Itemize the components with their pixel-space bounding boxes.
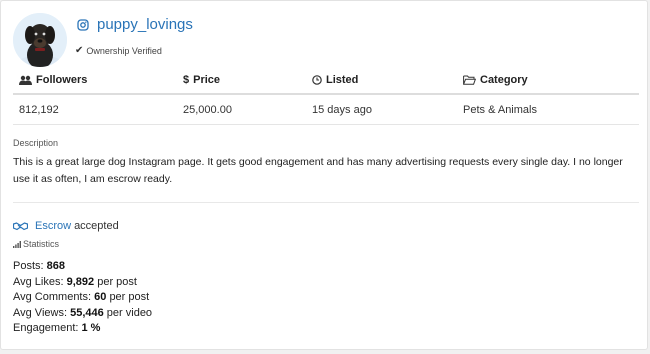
handle-row: puppy_lovings [77, 16, 193, 33]
stat-avg-views-suffix: per video [106, 306, 153, 319]
verified-label: Ownership Verified [86, 45, 162, 56]
stat-avg-views-label: Avg Views: [13, 306, 68, 319]
category-link[interactable]: Pets & Animals [463, 95, 537, 124]
price-value: 25,000.00 [183, 103, 232, 116]
stat-avg-comments: Avg Comments: 60 per post [13, 290, 152, 306]
folder-open-icon [463, 75, 476, 85]
header-listed-label: Listed [326, 74, 359, 86]
listing-table: Followers $ Price Listed Category 812,19… [13, 67, 639, 125]
stat-posts: Posts: 868 [13, 259, 152, 275]
header-price-label: Price [193, 74, 221, 86]
header-listed: Listed [312, 67, 358, 93]
stat-avg-comments-value: 60 [94, 291, 107, 303]
statistics-label: Statistics [13, 239, 59, 249]
description-text: This is a great large dog Instagram page… [13, 156, 623, 185]
header-followers-label: Followers [36, 74, 88, 86]
followers-value: 812,192 [19, 103, 59, 116]
table-row: 812,192 25,000.00 15 days ago Pets & Ani… [13, 95, 639, 125]
stat-avg-views: Avg Views: 55,446 per video [13, 306, 152, 322]
header-price: $ Price [183, 67, 220, 93]
avatar[interactable] [13, 13, 67, 67]
stat-engagement: Engagement: 1 % [13, 321, 152, 337]
stat-posts-label: Posts: [13, 260, 44, 272]
bar-chart-icon [13, 240, 21, 248]
header-category-label: Category [480, 74, 528, 86]
instagram-icon [77, 18, 89, 31]
header-followers: Followers [19, 67, 87, 93]
escrow-link[interactable]: Escrow [35, 220, 71, 232]
users-icon [19, 75, 32, 85]
statistics-list: Posts: 868 Avg Likes: 9,892 per post Avg… [13, 259, 152, 337]
stat-avg-views-value: 55,446 [70, 306, 104, 319]
clock-icon [312, 75, 322, 85]
divider [13, 202, 639, 203]
escrow-status-text: accepted [74, 220, 119, 232]
dollar-icon: $ [183, 74, 190, 86]
ownership-verified: ✔ Ownership Verified [75, 45, 162, 56]
check-icon: ✔ [75, 45, 84, 56]
escrow-status: Escrow accepted [13, 220, 119, 232]
handshake-icon [13, 221, 28, 231]
stat-avg-likes-value: 9,892 [66, 275, 95, 288]
stat-posts-value: 868 [46, 260, 65, 272]
stat-avg-comments-suffix: per post [109, 291, 150, 303]
listing-card: puppy_lovings ✔ Ownership Verified Follo… [0, 0, 648, 350]
account-handle-link[interactable]: puppy_lovings [97, 16, 193, 33]
header-category: Category [463, 67, 528, 93]
statistics-label-text: Statistics [23, 239, 60, 249]
description-label: Description [13, 138, 59, 148]
stat-avg-likes: Avg Likes: 9,892 per post [13, 275, 152, 291]
stat-avg-likes-suffix: per post [97, 275, 137, 288]
stat-avg-comments-label: Avg Comments: [13, 291, 92, 303]
stat-engagement-value: 1 % [81, 322, 101, 334]
table-header-row: Followers $ Price Listed Category [13, 67, 639, 95]
stat-engagement-label: Engagement: [13, 322, 79, 334]
listed-value: 15 days ago [312, 103, 372, 116]
stat-avg-likes-label: Avg Likes: [13, 275, 64, 288]
